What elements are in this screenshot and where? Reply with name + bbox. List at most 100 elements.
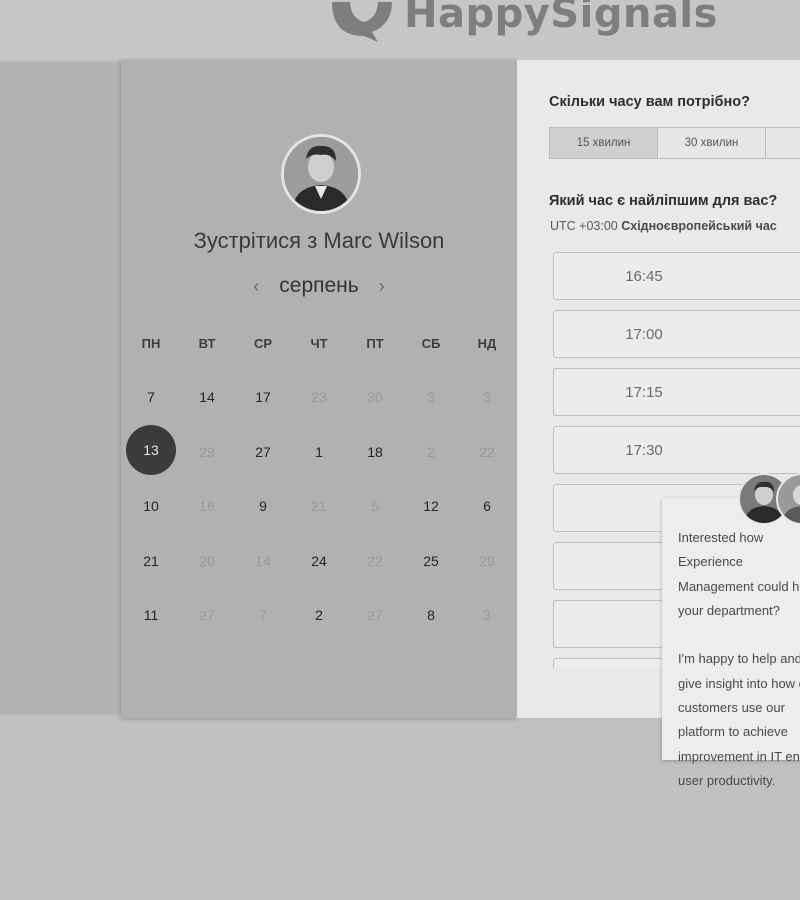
calendar-day-number: 23 <box>311 389 327 406</box>
calendar-day-number: 1 <box>315 443 323 460</box>
calendar-day: 29 <box>459 536 515 586</box>
calendar-day: 3 <box>459 590 515 640</box>
calendar-day: 14 <box>235 536 291 586</box>
calendar-day: 27 <box>179 590 235 640</box>
calendar-day-number: 12 <box>423 498 439 515</box>
calendar-day-number: 25 <box>423 552 439 569</box>
calendar-day: 30 <box>347 372 403 422</box>
calendar-day[interactable]: 8 <box>403 590 459 640</box>
calendar-day: 21 <box>291 481 347 531</box>
calendar-day: 16 <box>179 481 235 531</box>
weekday-label: СР <box>253 336 273 351</box>
time-slot-button[interactable]: 17:00 <box>553 310 800 358</box>
calendar-week-row: 10 16 9 21 5 12 6 <box>123 479 515 534</box>
calendar-day-number: 22 <box>479 443 495 460</box>
calendar-day-number: 5 <box>371 498 379 515</box>
calendar-day-number: 2 <box>427 443 435 460</box>
calendar-day: 2 <box>403 427 459 477</box>
chat-avatars[interactable] <box>738 473 800 525</box>
calendar-day: 3 <box>459 372 515 422</box>
month-label: серпень <box>279 274 359 297</box>
time-slot-button[interactable]: 17:30 <box>553 426 800 474</box>
calendar-day: 27 <box>347 590 403 640</box>
calendar-day-number: 29 <box>199 443 215 460</box>
calendar-day-number: 27 <box>199 607 215 624</box>
calendar-day: 20 <box>179 536 235 586</box>
weekday-label: СБ <box>421 336 441 351</box>
calendar-day: 22 <box>347 536 403 586</box>
calendar-day[interactable]: 27 <box>235 427 291 477</box>
day-grid: 7 14 17 23 30 3 3 13 29 27 1 18 2 22 10 16 9 21 5 12 6 21 20 14… <box>123 370 515 643</box>
month-navigation: ‹ серпень › <box>121 274 517 298</box>
time-slot-button[interactable]: 17:15 <box>553 368 800 416</box>
top-bar: HappySignals <box>0 0 800 60</box>
calendar-day-number: 8 <box>427 607 435 624</box>
calendar-day-number: 3 <box>483 389 491 406</box>
calendar-week-row: 7 14 17 23 30 3 3 <box>123 370 515 425</box>
calendar-day[interactable]: 21 <box>123 536 179 586</box>
brand-logo[interactable]: HappySignals <box>328 0 718 44</box>
meeting-title-prefix: Зустрітися з <box>193 228 318 253</box>
time-slot-button[interactable]: 16:45 <box>553 252 800 300</box>
host-avatar <box>281 134 361 214</box>
calendar-day-number: 22 <box>367 552 383 569</box>
calendar-day[interactable]: 6 <box>459 481 515 531</box>
calendar-day[interactable]: 9 <box>235 481 291 531</box>
weekday-label: ВТ <box>198 336 216 351</box>
calendar-day-number: 27 <box>255 443 271 460</box>
calendar-day[interactable]: 1 <box>291 427 347 477</box>
chevron-left-icon[interactable]: ‹ <box>247 276 265 297</box>
weekday-label: ПН <box>141 336 161 351</box>
calendar-day-number: 27 <box>367 607 383 624</box>
calendar-day: 23 <box>291 372 347 422</box>
speech-heart-icon <box>328 0 400 44</box>
weekday-label: НД <box>477 336 497 351</box>
calendar-day[interactable]: 25 <box>403 536 459 586</box>
calendar-day[interactable]: 24 <box>291 536 347 586</box>
calendar-day: 7 <box>235 590 291 640</box>
calendar-panel: Зустрітися з Marc Wilson ‹ серпень › ПН … <box>121 60 517 718</box>
calendar-day-number: 13 <box>126 424 176 475</box>
weekday-label: ЧТ <box>310 336 328 351</box>
host-name: Marc Wilson <box>323 228 445 253</box>
calendar-day-number: 7 <box>147 389 155 406</box>
calendar-day-number: 16 <box>199 498 215 515</box>
calendar-day-number: 2 <box>315 607 323 624</box>
calendar-day: 3 <box>403 372 459 422</box>
calendar-week-row: 13 29 27 1 18 2 22 <box>123 424 515 480</box>
calendar-day-number: 18 <box>367 443 383 460</box>
calendar-day-number: 3 <box>427 389 435 406</box>
calendar-day-number: 24 <box>311 552 327 569</box>
calendar-day-number: 29 <box>479 552 495 569</box>
calendar-day-number: 9 <box>259 498 267 515</box>
calendar-day-number: 21 <box>143 552 159 569</box>
calendar-day-number: 3 <box>483 607 491 624</box>
calendar-week-row: 21 20 14 24 22 25 29 <box>123 534 515 589</box>
background-panel <box>0 62 121 714</box>
calendar-day-selected[interactable]: 13 <box>123 424 179 477</box>
calendar-day-number: 14 <box>199 389 215 406</box>
calendar-day[interactable]: 17 <box>235 372 291 422</box>
calendar-day[interactable]: 10 <box>123 481 179 531</box>
calendar-day-number: 10 <box>143 498 159 515</box>
calendar-day-number: 14 <box>255 552 271 569</box>
calendar-day[interactable]: 7 <box>123 372 179 422</box>
calendar-day: 5 <box>347 481 403 531</box>
calendar-day-number: 17 <box>255 389 271 406</box>
calendar-week-row: 11 27 7 2 27 8 3 <box>123 588 515 643</box>
chat-message: Interested how Experience Management cou… <box>678 530 800 788</box>
calendar-day[interactable]: 2 <box>291 590 347 640</box>
calendar-day[interactable]: 18 <box>347 427 403 477</box>
weekday-header: ПН ВТ СР ЧТ ПТ СБ НД <box>123 336 515 351</box>
calendar-day-number: 30 <box>367 389 383 406</box>
chevron-right-icon[interactable]: › <box>373 276 391 297</box>
calendar-day-number: 21 <box>311 498 327 515</box>
calendar-day[interactable]: 11 <box>123 590 179 640</box>
calendar-day: 29 <box>179 427 235 477</box>
calendar-day[interactable]: 14 <box>179 372 235 422</box>
chat-popup[interactable]: Interested how Experience Management cou… <box>662 498 800 788</box>
calendar-day-number: 7 <box>259 607 267 624</box>
brand-name: HappySignals <box>404 0 718 37</box>
calendar-day-number: 6 <box>483 498 491 515</box>
calendar-day[interactable]: 12 <box>403 481 459 531</box>
